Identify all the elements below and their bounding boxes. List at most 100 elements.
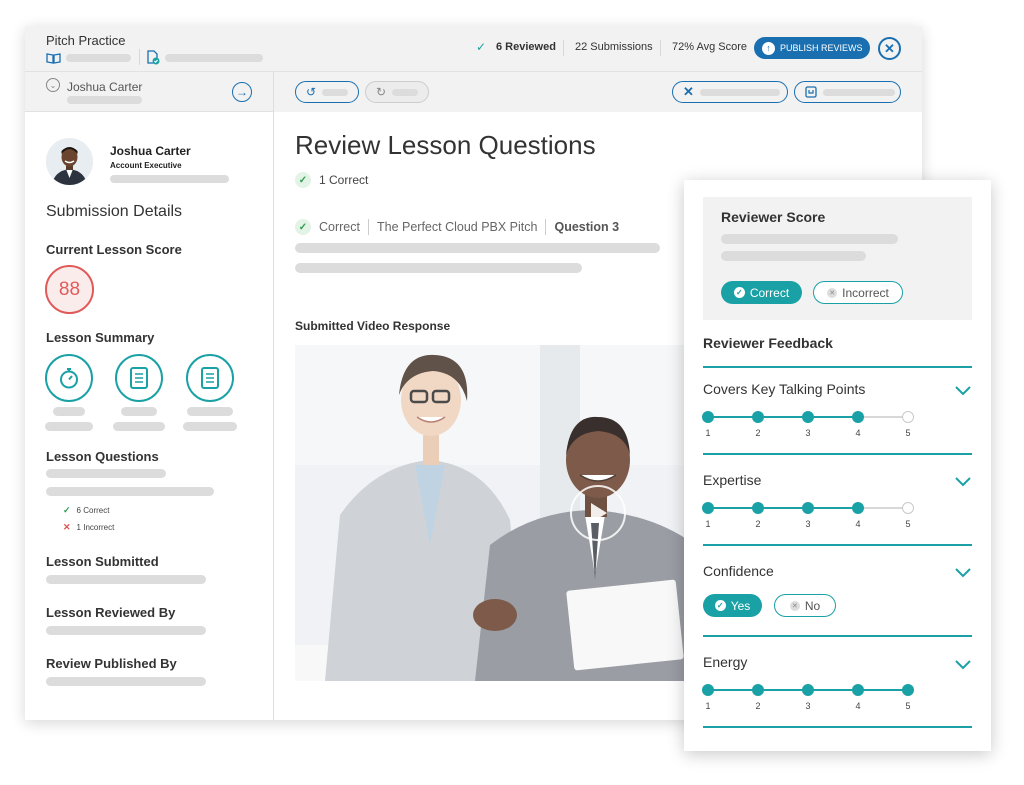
- top-bar: Pitch Practice ✓ 6 Reviewed 22 Submissio…: [25, 26, 922, 72]
- save-button[interactable]: [794, 81, 901, 103]
- placeholder-text: [295, 263, 582, 273]
- video-thumbnail: [295, 345, 695, 681]
- chevron-down-icon[interactable]: [955, 386, 971, 396]
- rating-slider[interactable]: 1 2 3 4 5: [702, 411, 914, 441]
- slider-step[interactable]: [902, 411, 914, 423]
- sidebar-header: ⌄ Joshua Carter →: [25, 72, 273, 112]
- close-icon: ✕: [884, 40, 895, 56]
- placeholder-text: [46, 677, 206, 686]
- no-button[interactable]: ✕ No: [774, 594, 836, 617]
- redo-icon: ↻: [376, 85, 387, 99]
- slider-step[interactable]: [902, 684, 914, 696]
- submission-details-heading: Submission Details: [46, 203, 183, 220]
- redo-button[interactable]: ↻: [365, 81, 429, 103]
- placeholder-text: [45, 422, 93, 431]
- x-icon: ✕: [827, 287, 838, 298]
- lesson-questions-label: Lesson Questions: [46, 449, 159, 464]
- placeholder-text: [165, 54, 263, 62]
- slider-track-rest: [858, 416, 908, 418]
- slider-step[interactable]: [852, 411, 864, 423]
- check-icon: ✓: [63, 505, 71, 515]
- slider-step-label: 3: [805, 428, 811, 438]
- slider-step-label: 3: [805, 519, 811, 529]
- criterion-label: Covers Key Talking Points: [703, 381, 866, 397]
- placeholder-text: [183, 422, 237, 431]
- slider-step-label: 3: [805, 701, 811, 711]
- slider-step-label: 2: [755, 701, 761, 711]
- slider-step[interactable]: [852, 684, 864, 696]
- slider-step-label: 5: [905, 519, 911, 529]
- slider-step[interactable]: [802, 502, 814, 514]
- play-button[interactable]: [570, 485, 626, 541]
- chevron-down-icon[interactable]: [955, 568, 971, 578]
- placeholder-text: [721, 251, 866, 261]
- video-label: Submitted Video Response: [295, 319, 451, 333]
- slider-step[interactable]: [802, 684, 814, 696]
- review-panel: Reviewer Score ✓ Correct ✕ Incorrect Rev…: [684, 180, 991, 751]
- correct-summary: ✓ 1 Correct: [295, 172, 368, 188]
- breadcrumb: ✓ Correct The Perfect Cloud PBX Pitch Qu…: [295, 219, 619, 235]
- slider-track: [708, 507, 858, 509]
- chevron-down-icon[interactable]: [955, 660, 971, 670]
- publish-reviews-label: PUBLISH REVIEWS: [780, 43, 863, 53]
- avg-score: 72% Avg Score: [672, 41, 748, 53]
- close-button[interactable]: ✕: [878, 37, 901, 60]
- criterion-label: Expertise: [703, 472, 762, 488]
- slider-step-label: 1: [705, 701, 711, 711]
- reviewer-score-title: Reviewer Score: [721, 209, 826, 225]
- slider-step-label: 4: [855, 428, 861, 438]
- divider: [660, 40, 661, 56]
- lesson-summary-label: Lesson Summary: [46, 330, 155, 345]
- correct-count: 6 Correct: [76, 506, 110, 515]
- rating-slider[interactable]: 1 2 3 4 5: [702, 502, 914, 532]
- placeholder-text: [823, 88, 895, 96]
- slider-step[interactable]: [702, 684, 714, 696]
- slider-step[interactable]: [752, 411, 764, 423]
- save-icon: [805, 86, 817, 98]
- rating-slider[interactable]: 1 2 3 4 5: [702, 684, 914, 714]
- x-icon: ✕: [63, 522, 71, 532]
- check-icon: ✓: [714, 600, 726, 611]
- placeholder-text: [46, 575, 206, 584]
- placeholder-text: [53, 407, 85, 416]
- publish-reviews-button[interactable]: ↑ PUBLISH REVIEWS: [754, 37, 870, 59]
- avatar: [46, 138, 93, 185]
- breadcrumb-lesson[interactable]: The Perfect Cloud PBX Pitch: [377, 220, 538, 234]
- incorrect-button[interactable]: ✕ Incorrect: [813, 281, 903, 304]
- incorrect-count: 1 Incorrect: [76, 523, 115, 532]
- slider-step-label: 4: [855, 519, 861, 529]
- yes-button[interactable]: ✓ Yes: [703, 594, 762, 617]
- arrow-up-icon: ↑: [762, 41, 775, 55]
- reviewed-check-icon: ✓: [476, 40, 487, 54]
- lesson-submitted-label: Lesson Submitted: [46, 554, 159, 569]
- slider-step[interactable]: [702, 411, 714, 423]
- arrow-right-icon[interactable]: →: [232, 82, 252, 102]
- undo-icon: ↺: [306, 85, 317, 99]
- profile-role: Account Executive: [110, 161, 182, 170]
- slider-step[interactable]: [852, 502, 864, 514]
- slider-step[interactable]: [802, 411, 814, 423]
- slider-step[interactable]: [752, 684, 764, 696]
- divider: [703, 453, 972, 455]
- placeholder-text: [110, 175, 229, 183]
- document-icon: [186, 354, 234, 402]
- placeholder-text: [295, 243, 660, 253]
- correct-button[interactable]: ✓ Correct: [721, 281, 802, 304]
- slider-step-label: 5: [905, 428, 911, 438]
- discard-button[interactable]: ✕: [672, 81, 788, 103]
- placeholder-text: [392, 88, 419, 96]
- check-icon: ✓: [295, 172, 311, 188]
- review-published-by-label: Review Published By: [46, 656, 177, 671]
- slider-step[interactable]: [902, 502, 914, 514]
- slider-step-label: 5: [905, 701, 911, 711]
- divider: [139, 49, 140, 65]
- slider-step[interactable]: [752, 502, 764, 514]
- video-player[interactable]: [295, 345, 695, 681]
- slider-step[interactable]: [702, 502, 714, 514]
- placeholder-text: [46, 487, 214, 496]
- criterion-label: Confidence: [703, 563, 774, 579]
- chevron-down-icon[interactable]: ⌄: [46, 78, 60, 92]
- no-label: No: [804, 598, 821, 613]
- chevron-down-icon[interactable]: [955, 477, 971, 487]
- undo-button[interactable]: ↺: [295, 81, 359, 103]
